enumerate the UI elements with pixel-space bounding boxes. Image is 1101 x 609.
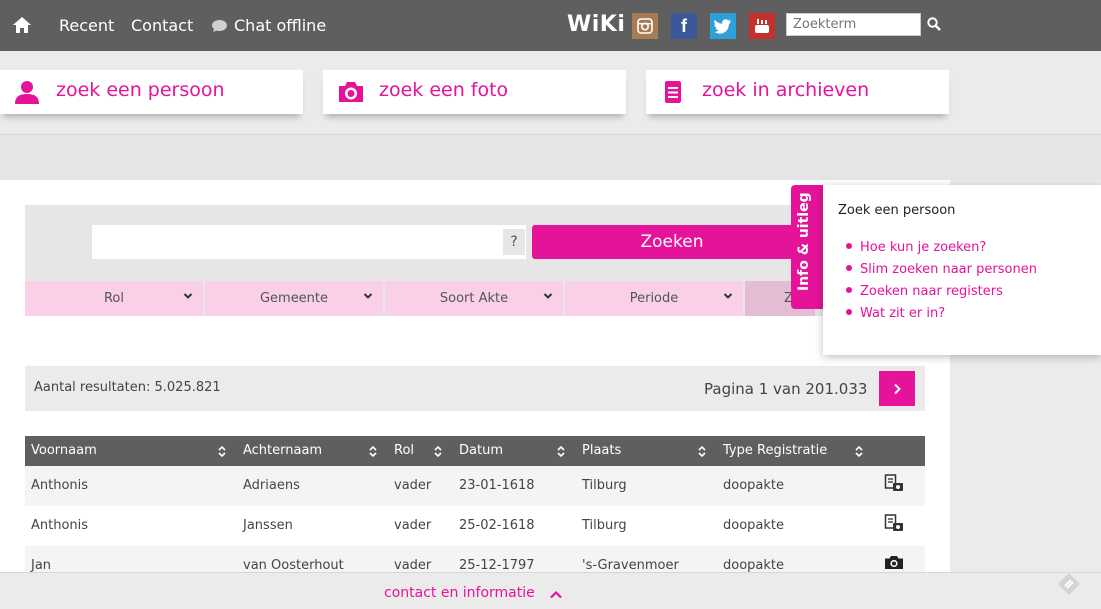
column-header-datum[interactable]: Datum xyxy=(459,443,503,458)
facebook-icon[interactable]: f xyxy=(671,13,697,39)
cell-plaats: Tilburg xyxy=(582,518,627,533)
chevron-right-icon xyxy=(894,383,901,394)
search-icon[interactable] xyxy=(927,17,941,31)
camera-icon xyxy=(339,82,363,102)
bullet-icon xyxy=(846,265,852,271)
info-link-label: Slim zoeken naar personen xyxy=(860,262,1037,277)
cell-achternaam: van Oosterhout xyxy=(243,558,344,573)
column-header-rol[interactable]: Rol xyxy=(394,443,414,458)
info-link-label: Hoe kun je zoeken? xyxy=(860,240,987,255)
chevron-down-icon xyxy=(543,293,553,299)
youtube-icon[interactable] xyxy=(749,13,775,39)
home-icon[interactable] xyxy=(12,15,32,35)
cell-rol: vader xyxy=(394,558,432,573)
tab-zoek-persoon[interactable]: zoek een persoon xyxy=(0,70,303,114)
bullet-icon xyxy=(846,309,852,315)
facebook-glyph: f xyxy=(681,15,687,36)
chevron-down-icon xyxy=(183,293,193,299)
feedback-icon[interactable] xyxy=(1057,572,1081,596)
filter-soort-akte[interactable]: Soort Akte xyxy=(385,281,563,316)
tab-label: zoek een foto xyxy=(379,79,509,101)
column-header-voornaam[interactable]: Voornaam xyxy=(31,443,97,458)
cell-type: doopakte xyxy=(723,558,785,573)
filter-label: Rol xyxy=(103,291,124,306)
info-link[interactable]: Slim zoeken naar personen xyxy=(846,262,1037,277)
cell-datum: 23-01-1618 xyxy=(459,478,535,493)
instagram-icon[interactable] xyxy=(632,13,658,39)
column-header-plaats[interactable]: Plaats xyxy=(582,443,621,458)
filter-label: Periode xyxy=(629,291,679,306)
cell-plaats: Tilburg xyxy=(582,478,627,493)
person-search-input[interactable] xyxy=(92,225,526,259)
chat-bubble-icon xyxy=(212,20,227,32)
cell-datum: 25-02-1618 xyxy=(459,518,535,533)
chevron-up-icon[interactable] xyxy=(549,590,563,599)
cell-achternaam: Janssen xyxy=(243,518,293,533)
grey-band xyxy=(0,134,1101,180)
chat-status-label: Chat offline xyxy=(234,16,327,35)
info-link-label: Zoeken naar registers xyxy=(860,284,1003,299)
filter-gemeente[interactable]: Gemeente xyxy=(205,281,383,316)
tab-zoek-archieven[interactable]: zoek in archieven xyxy=(646,70,949,114)
info-tab[interactable]: Info & uitleg xyxy=(791,185,824,309)
column-header-achternaam[interactable]: Achternaam xyxy=(243,443,322,458)
filter-label: Gemeente xyxy=(259,291,329,306)
scan-document-icon[interactable] xyxy=(884,514,904,532)
info-link[interactable]: Hoe kun je zoeken? xyxy=(846,240,986,255)
sort-icon[interactable] xyxy=(698,446,706,457)
chevron-down-icon xyxy=(363,293,373,299)
scan-document-icon[interactable] xyxy=(884,474,904,492)
info-link[interactable]: Wat zit er in? xyxy=(846,306,945,321)
twitter-icon[interactable] xyxy=(710,13,736,39)
info-tab-label: Info & uitleg xyxy=(796,192,812,291)
cell-plaats: 's-Gravenmoer xyxy=(582,558,679,573)
filter-periode[interactable]: Periode xyxy=(565,281,743,316)
cell-type: doopakte xyxy=(723,478,785,493)
wiki-link[interactable]: WiKi xyxy=(567,12,625,37)
sort-icon[interactable] xyxy=(434,446,442,457)
bullet-icon xyxy=(846,243,852,249)
next-page-button[interactable] xyxy=(879,371,915,406)
column-header-type[interactable]: Type Registratie xyxy=(723,443,827,458)
search-button[interactable]: Zoeken xyxy=(532,225,812,259)
results-count: Aantal resultaten: 5.025.821 xyxy=(34,380,221,395)
tab-label: zoek in archieven xyxy=(702,79,870,101)
camera-icon[interactable] xyxy=(884,555,904,570)
tab-label: zoek een persoon xyxy=(56,79,225,101)
sort-icon[interactable] xyxy=(855,446,863,457)
person-icon xyxy=(15,81,39,104)
cell-voornaam: Anthonis xyxy=(31,518,89,533)
cell-voornaam: Jan xyxy=(31,558,52,573)
bullet-icon xyxy=(846,287,852,293)
page-info: Pagina 1 van 201.033 xyxy=(704,380,868,398)
chat-status-link[interactable]: Chat offline xyxy=(211,16,326,35)
cell-voornaam: Anthonis xyxy=(31,478,89,493)
sort-icon[interactable] xyxy=(369,446,377,457)
info-title: Zoek een persoon xyxy=(838,203,956,218)
cell-type: doopakte xyxy=(723,518,785,533)
nav-contact[interactable]: Contact xyxy=(131,16,193,35)
nav-recent[interactable]: Recent xyxy=(59,16,114,35)
sort-icon[interactable] xyxy=(218,446,226,457)
document-icon xyxy=(665,81,681,103)
cell-achternaam: Adriaens xyxy=(243,478,300,493)
cell-datum: 25-12-1797 xyxy=(459,558,535,573)
sort-icon[interactable] xyxy=(557,446,565,457)
top-bar: Recent Contact Chat offline WiKi f xyxy=(0,0,1101,51)
cell-rol: vader xyxy=(394,478,432,493)
filter-label: Soort Akte xyxy=(439,291,509,306)
info-link[interactable]: Zoeken naar registers xyxy=(846,284,1003,299)
chevron-down-icon xyxy=(723,293,733,299)
wiki-search-input[interactable] xyxy=(786,13,921,36)
help-button[interactable]: ? xyxy=(503,229,525,255)
footer-contact-link[interactable]: contact en informatie xyxy=(384,585,535,601)
tab-zoek-foto[interactable]: zoek een foto xyxy=(323,70,626,114)
filter-rol[interactable]: Rol xyxy=(25,281,203,316)
cell-rol: vader xyxy=(394,518,432,533)
info-link-label: Wat zit er in? xyxy=(860,306,946,321)
